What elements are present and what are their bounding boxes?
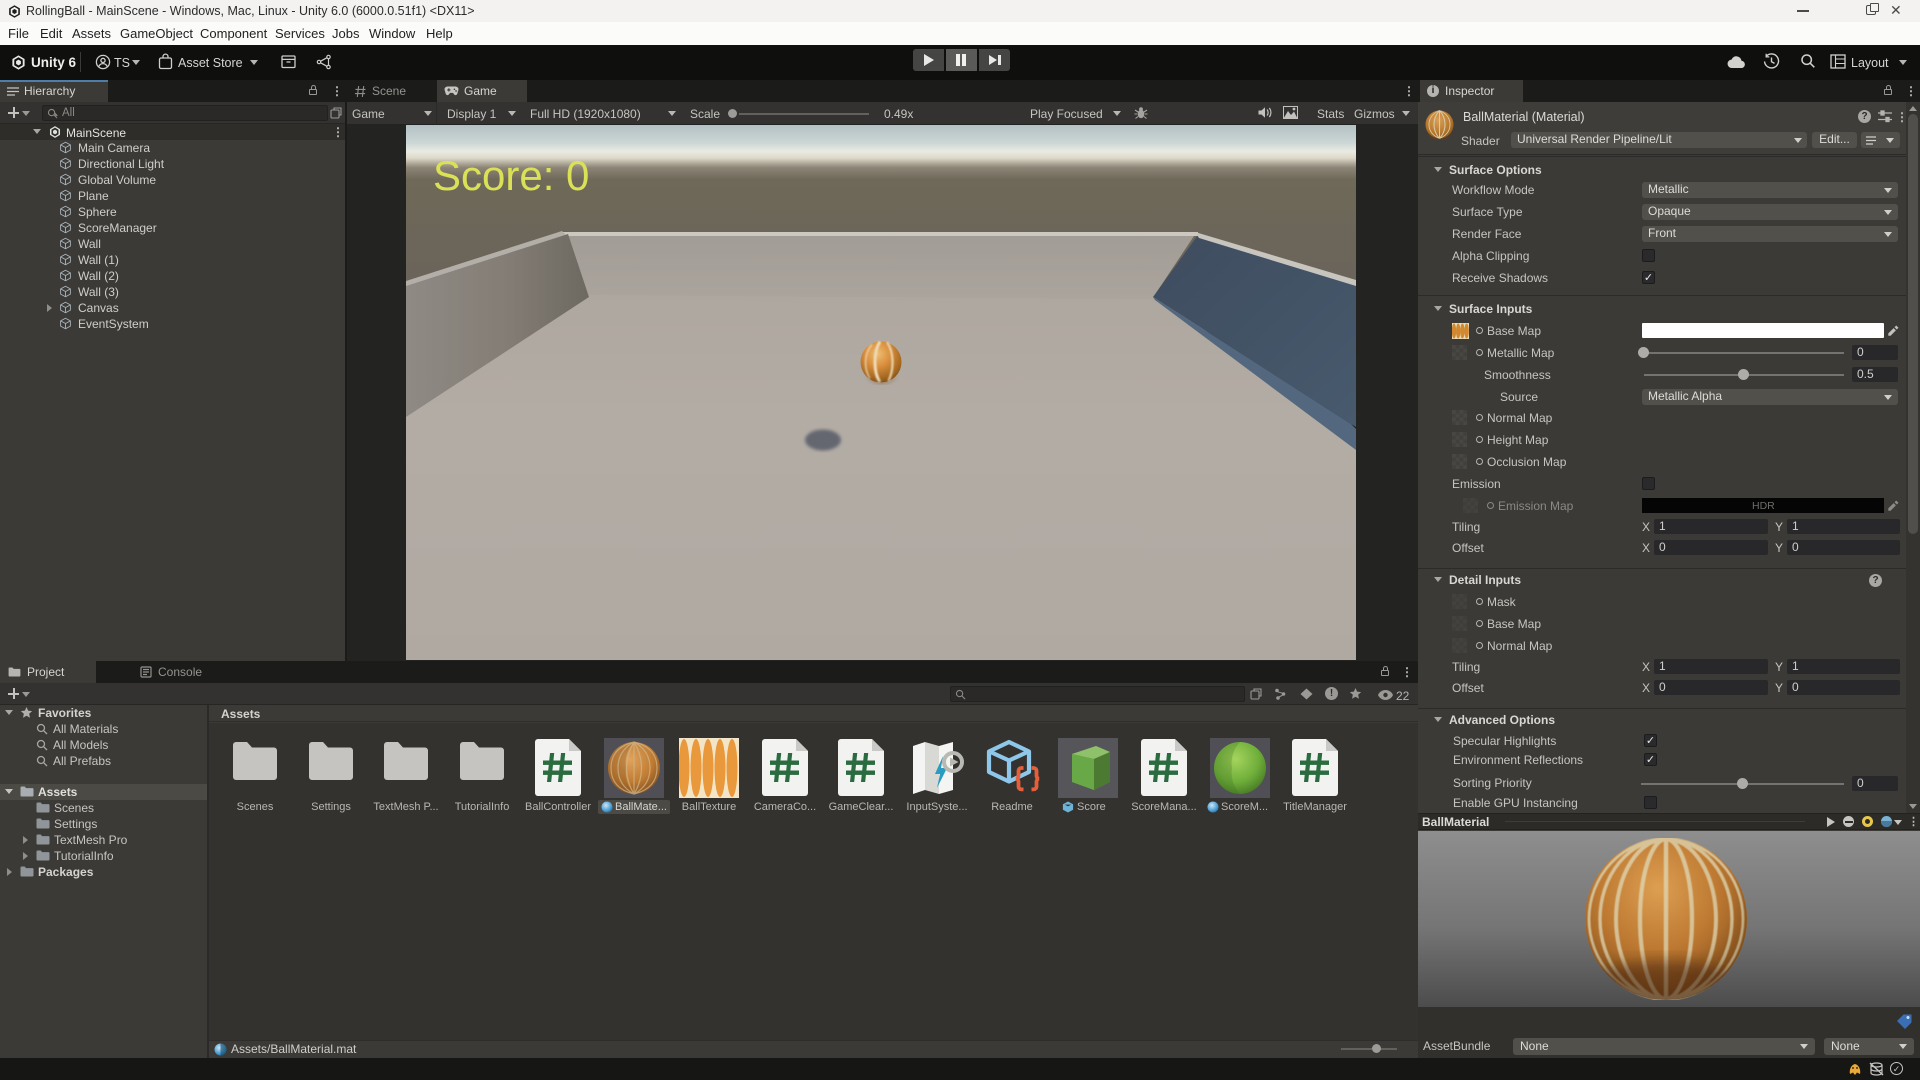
svg-text:Score: 0: Score: 0 [433, 152, 589, 199]
